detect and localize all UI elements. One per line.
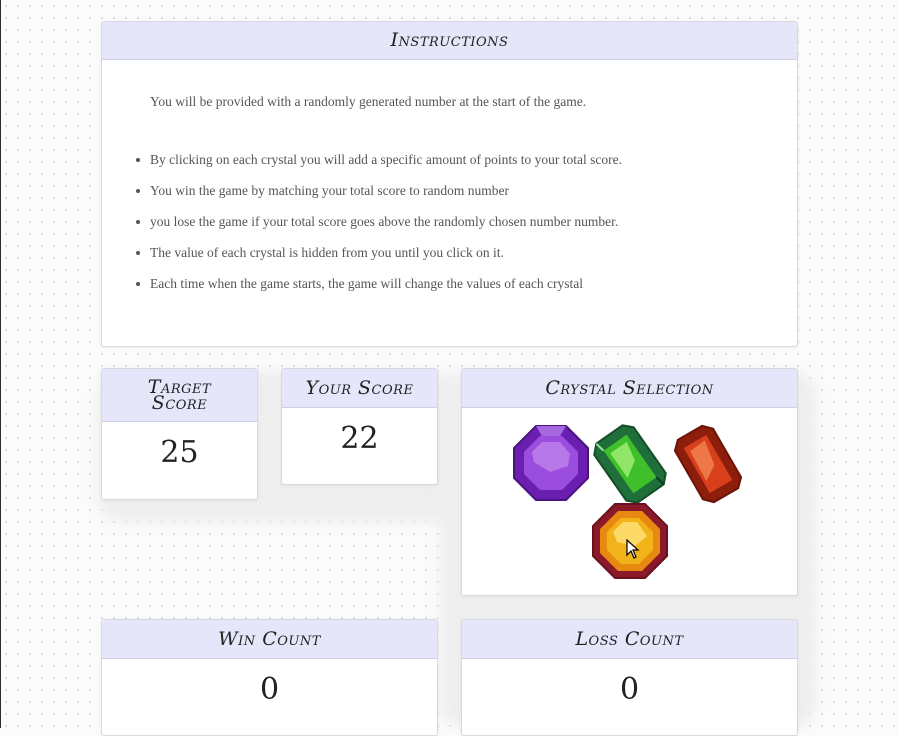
instructions-item: The value of each crystal is hidden from… xyxy=(136,245,749,262)
win-count-value: 0 xyxy=(259,672,280,707)
instructions-item: You win the game by matching your total … xyxy=(136,183,749,200)
win-count-title: Win Count xyxy=(102,620,437,659)
bullet-icon xyxy=(136,282,140,286)
crystal-selection-title: Crystal Selection xyxy=(462,369,797,408)
instructions-item: you lose the game if your total score go… xyxy=(136,214,749,231)
green-crystal-button[interactable] xyxy=(590,424,670,504)
target-score-title-line2: Score xyxy=(151,392,208,414)
window-edge xyxy=(0,0,1,728)
loss-count-title: Loss Count xyxy=(462,620,797,659)
bullet-icon xyxy=(136,189,140,193)
target-score-value: 25 xyxy=(160,435,199,470)
target-score-title: Target Score xyxy=(102,369,257,422)
your-score-value: 22 xyxy=(340,421,379,456)
instructions-item: By clicking on each crystal you will add… xyxy=(136,152,749,169)
instructions-panel: Instructions You will be provided with a… xyxy=(101,21,798,347)
target-score-panel: Target Score 25 xyxy=(101,368,258,500)
instructions-intro: You will be provided with a randomly gen… xyxy=(150,94,587,109)
loss-count-panel: Loss Count 0 xyxy=(461,619,798,736)
instructions-title: Instructions xyxy=(102,22,797,60)
win-count-panel: Win Count 0 xyxy=(101,619,438,736)
red-crystal-button[interactable] xyxy=(668,424,748,504)
mouse-cursor-icon xyxy=(626,539,640,559)
loss-count-value: 0 xyxy=(619,672,640,707)
bullet-icon xyxy=(136,251,140,255)
your-score-panel: Your Score 22 xyxy=(281,368,438,485)
instructions-list: By clicking on each crystal you will add… xyxy=(136,152,749,293)
bullet-icon xyxy=(136,158,140,162)
bullet-icon xyxy=(136,220,140,224)
your-score-title: Your Score xyxy=(282,369,437,408)
instructions-item: Each time when the game starts, the game… xyxy=(136,276,749,293)
instructions-body: You will be provided with a randomly gen… xyxy=(102,60,797,293)
crystal-selection-panel: Crystal Selection xyxy=(461,368,798,596)
purple-crystal-button[interactable] xyxy=(512,424,590,502)
